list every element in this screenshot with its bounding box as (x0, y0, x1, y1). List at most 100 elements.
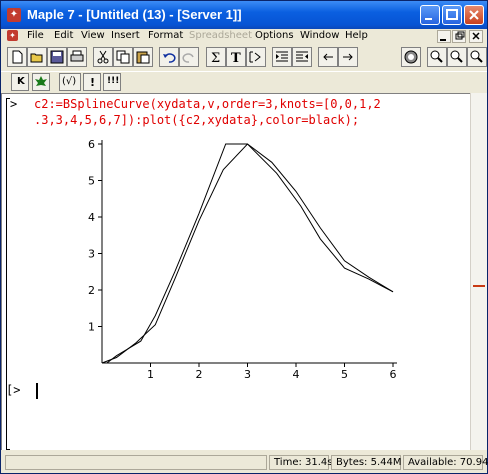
undo-button[interactable] (159, 47, 179, 67)
execute-all-button[interactable]: !!! (103, 73, 121, 91)
x-tick-label: 5 (341, 368, 348, 381)
open-file-button[interactable] (27, 47, 47, 67)
menu-insert[interactable]: Insert (111, 30, 140, 41)
y-tick-label: 6 (88, 138, 95, 151)
menu-window[interactable]: Window (300, 30, 339, 41)
arrow-right-icon (343, 53, 353, 61)
print-button[interactable] (67, 47, 87, 67)
copy-button[interactable] (113, 47, 133, 67)
cut-button[interactable] (93, 47, 113, 67)
printer-icon (70, 50, 84, 62)
svg-text:Σ: Σ (211, 51, 220, 66)
minimize-icon (440, 39, 446, 41)
forward-button[interactable] (338, 47, 358, 67)
indent-icon (276, 51, 288, 62)
new-file-icon (12, 50, 23, 64)
mdi-restore-button[interactable] (452, 30, 466, 43)
input-prompt: > (10, 97, 18, 111)
insert-text-button[interactable]: T (226, 47, 246, 67)
maple-leaf-button[interactable] (32, 73, 50, 91)
paste-button[interactable] (133, 47, 153, 67)
close-icon (472, 32, 480, 40)
redo-button[interactable] (179, 47, 199, 67)
text-cursor (36, 383, 38, 399)
mdi-minimize-button[interactable] (437, 30, 451, 43)
status-time: Time: 31.4s (269, 455, 333, 470)
arrow-left-icon (323, 53, 333, 61)
multi-excl-label: !!! (107, 76, 120, 86)
scroll-position-marker (473, 285, 485, 287)
magnifier-icon (430, 50, 443, 63)
paste-icon (136, 51, 150, 64)
outdent-button[interactable] (292, 47, 312, 67)
menu-options[interactable]: Options (255, 30, 294, 41)
menu-view[interactable]: View (81, 30, 105, 41)
document-icon: ✦ (7, 30, 18, 41)
insert-math-button[interactable]: Σ (206, 47, 226, 67)
mdi-close-button[interactable] (469, 30, 483, 43)
insert-input-button[interactable] (246, 47, 266, 67)
close-icon (469, 10, 479, 20)
save-disk-icon (50, 50, 64, 64)
execution-group-bracket (6, 98, 10, 450)
maximize-icon (446, 9, 458, 20)
maple-notation-button[interactable]: K (11, 73, 29, 91)
command-line-2[interactable]: .3,3,4,5,6,7]):plot({c2,xydata},color=bl… (34, 113, 359, 127)
menu-file[interactable]: File (27, 30, 44, 41)
x-tick-label: 3 (244, 368, 251, 381)
y-tick-label: 2 (88, 284, 95, 297)
save-button[interactable] (47, 47, 67, 67)
text-t-icon: T (231, 51, 241, 66)
title-bar[interactable]: ✦ Maple 7 - [Untitled (13) - [Server 1]] (1, 1, 487, 29)
sigma-icon: Σ (211, 51, 220, 66)
maple-leaf-icon (35, 76, 47, 86)
x-tick-label: 6 (390, 368, 397, 381)
minimize-icon (425, 18, 432, 20)
zoom-in-button[interactable] (427, 47, 447, 67)
menu-format[interactable]: Format (148, 30, 183, 41)
status-bar: Time: 31.4s Bytes: 5.44M Available: 70.9… (1, 452, 488, 473)
check-syntax-button[interactable]: (√) (59, 73, 81, 91)
menu-spreadsheet[interactable]: Spreadsheet (189, 30, 252, 41)
checkmark-label: (√) (62, 76, 77, 87)
maple-window: ✦ Maple 7 - [Untitled (13) - [Server 1]]… (0, 0, 488, 474)
indent-button[interactable] (272, 47, 292, 67)
vertical-scrollbar[interactable] (470, 93, 487, 450)
outdent-icon (296, 51, 308, 62)
stop-circle-icon (404, 50, 418, 64)
stop-button[interactable] (401, 47, 421, 67)
minimize-button[interactable] (420, 5, 440, 25)
close-button[interactable] (464, 5, 484, 25)
zoom-out-button[interactable] (447, 47, 467, 67)
maximize-button[interactable] (442, 5, 462, 25)
context-toolbar: K (√) ! !!! (1, 71, 487, 92)
k-label: K (17, 76, 25, 87)
menu-help[interactable]: Help (345, 30, 368, 41)
series-line-2 (101, 143, 394, 364)
copy-icon (116, 50, 130, 64)
restore-icon (455, 31, 465, 40)
zoom-fit-button[interactable] (467, 47, 487, 67)
magnifier-icon (450, 50, 463, 63)
command-line-1[interactable]: c2:=BSplineCurve(xydata,v,order=3,knots=… (34, 97, 381, 111)
back-button[interactable] (318, 47, 338, 67)
empty-input-prompt[interactable]: [> (6, 383, 20, 397)
status-bytes: Bytes: 5.44M (331, 455, 402, 470)
execute-button[interactable]: ! (83, 73, 101, 91)
excl-label: ! (90, 76, 96, 89)
new-file-button[interactable] (7, 47, 27, 67)
menu-bar: ✦ File Edit View Insert Format Spreadshe… (1, 29, 487, 45)
x-tick-label: 2 (196, 368, 203, 381)
maple-leaf-icon: ✦ (7, 8, 21, 22)
undo-icon (163, 53, 176, 63)
y-tick-label: 3 (88, 248, 95, 261)
menu-edit[interactable]: Edit (54, 30, 73, 41)
window-title: Maple 7 - [Untitled (13) - [Server 1]] (27, 7, 242, 22)
input-prompt-icon (249, 51, 261, 63)
y-tick-label: 1 (88, 321, 95, 334)
scissors-icon (97, 50, 109, 64)
x-tick-label: 4 (293, 368, 300, 381)
svg-text:T: T (231, 51, 241, 66)
plot-area[interactable]: 1 2 3 4 5 6 1 2 3 4 5 6 (72, 134, 412, 384)
worksheet-area[interactable]: > c2:=BSplineCurve(xydata,v,order=3,knot… (1, 93, 470, 450)
